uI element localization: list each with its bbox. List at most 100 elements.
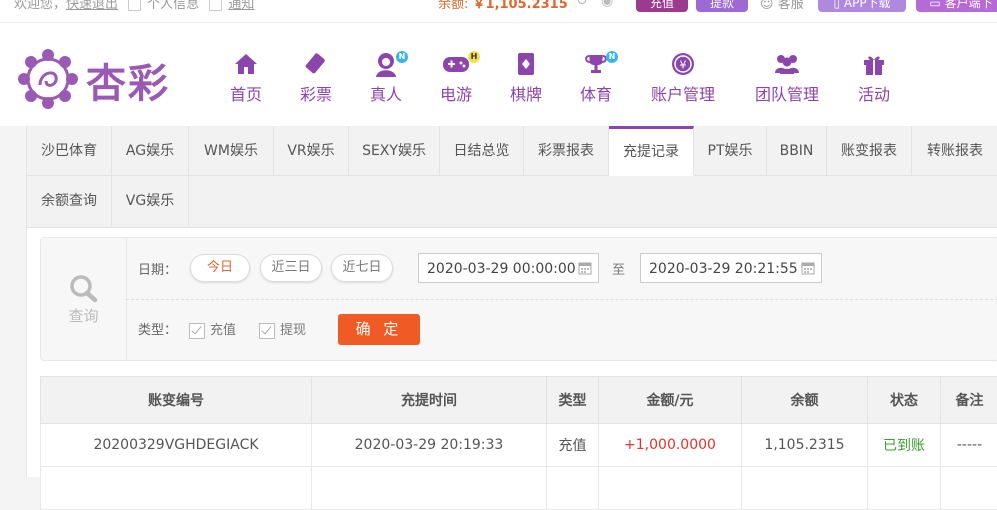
deposit-button[interactable]: 充值 bbox=[636, 0, 688, 12]
record-status: 已到账 bbox=[868, 424, 941, 467]
tab-deposit-withdraw-records[interactable]: 充提记录 bbox=[609, 126, 694, 176]
tab-pt[interactable]: PT娱乐 bbox=[694, 126, 767, 176]
cards-icon bbox=[504, 49, 548, 79]
range-3days-button[interactable]: 近三日 bbox=[260, 254, 322, 282]
tab-balance-change-report[interactable]: 账变报表 bbox=[827, 126, 912, 176]
type-deposit-label: 充值 bbox=[210, 323, 236, 338]
nav-label: 电游 bbox=[434, 81, 478, 105]
table-row bbox=[41, 467, 997, 510]
table-row: 20200329VGHDEGIACK 2020-03-29 20:19:33 充… bbox=[41, 424, 997, 467]
home-icon bbox=[224, 49, 268, 79]
tab-wm[interactable]: WM娱乐 bbox=[189, 126, 274, 176]
nav-egame[interactable]: H 电游 bbox=[434, 49, 478, 105]
calendar-icon[interactable] bbox=[801, 261, 815, 275]
app-download-button[interactable]: ▯ APP下载 bbox=[818, 0, 906, 12]
tab-daily-overview[interactable]: 日结总览 bbox=[440, 126, 524, 176]
type-withdraw-label: 提现 bbox=[280, 323, 306, 338]
nav-label: 活动 bbox=[852, 81, 896, 105]
start-date-input[interactable]: 2020-03-29 00:00:00 bbox=[418, 253, 599, 283]
badge-new: N bbox=[606, 51, 618, 63]
nav-promo[interactable]: 活动 bbox=[852, 49, 896, 105]
record-amount: +1,000.0000 bbox=[599, 424, 742, 467]
query-side: 查询 bbox=[41, 238, 127, 360]
lottery-ticket-icon bbox=[294, 49, 338, 79]
balance-display: 余额: ￥1,105.2315 bbox=[438, 0, 568, 12]
badge-new: N bbox=[396, 51, 408, 63]
nav-account[interactable]: ¥ 账户管理 bbox=[648, 49, 718, 105]
nav-label: 体育 bbox=[574, 81, 618, 105]
tab-bbin[interactable]: BBIN bbox=[767, 126, 827, 176]
date-label: 日期： bbox=[138, 259, 177, 278]
tab-transfer-report[interactable]: 转账报表 bbox=[912, 126, 997, 176]
logout-link[interactable]: 快速退出 bbox=[66, 0, 118, 12]
nav-label: 彩票 bbox=[294, 81, 338, 105]
type-deposit-checkbox[interactable]: 充值 bbox=[189, 319, 236, 339]
notice-icon[interactable] bbox=[209, 0, 222, 11]
client-download-button[interactable]: ▭ 客户端下 bbox=[916, 0, 997, 12]
nav-cards[interactable]: 棋牌 bbox=[504, 49, 548, 105]
type-row: 类型： 充值 提现 确 定 bbox=[126, 299, 997, 360]
svg-text:¥: ¥ bbox=[680, 59, 687, 72]
app-download-label: APP下载 bbox=[844, 0, 891, 10]
refresh-icon[interactable]: ↻ bbox=[576, 0, 588, 9]
tab-vg[interactable]: VG娱乐 bbox=[112, 176, 189, 226]
nav-home[interactable]: 首页 bbox=[224, 49, 268, 105]
top-bar: 欢迎您，快速退出 个人信息 通知 余额: ￥1,105.2315 ↻ ◉ 充值 … bbox=[0, 0, 997, 23]
personal-info-link[interactable]: 个人信息 bbox=[147, 0, 199, 12]
tab-ag[interactable]: AG娱乐 bbox=[112, 126, 189, 176]
monitor-icon: ▭ bbox=[929, 0, 940, 10]
client-download-label: 客户端下 bbox=[945, 0, 993, 10]
col-header: 余额 bbox=[742, 377, 868, 424]
nav-label: 账户管理 bbox=[648, 81, 718, 105]
nav-live[interactable]: N 真人 bbox=[364, 49, 408, 105]
personal-info-icon[interactable] bbox=[128, 0, 141, 11]
col-header: 账变编号 bbox=[41, 377, 312, 424]
tab-lottery-report[interactable]: 彩票报表 bbox=[524, 126, 609, 176]
type-label: 类型： bbox=[138, 319, 177, 338]
gift-icon bbox=[852, 49, 896, 79]
yen-coin-icon: ¥ bbox=[648, 49, 718, 79]
trophy-icon: N bbox=[574, 49, 618, 79]
greeting-text: 欢迎您， bbox=[14, 0, 66, 12]
nav-lottery[interactable]: 彩票 bbox=[294, 49, 338, 105]
nav-team[interactable]: 团队管理 bbox=[752, 49, 822, 105]
nav-sports[interactable]: N 体育 bbox=[574, 49, 618, 105]
range-today-button[interactable]: 今日 bbox=[190, 254, 250, 282]
gamepad-icon: H bbox=[434, 49, 478, 79]
query-form: 查询 日期： 今日 近三日 近七日 2020-03-29 00:00:00 至 … bbox=[40, 237, 997, 361]
end-date-value: 2020-03-29 20:21:55 bbox=[649, 261, 798, 277]
start-date-value: 2020-03-29 00:00:00 bbox=[427, 261, 576, 277]
col-header: 充提时间 bbox=[312, 377, 547, 424]
tab-saba-sports[interactable]: 沙巴体育 bbox=[27, 126, 112, 176]
col-header: 金额/元 bbox=[599, 377, 742, 424]
nav-label: 首页 bbox=[224, 81, 268, 105]
range-7days-button[interactable]: 近七日 bbox=[331, 254, 393, 282]
content-panel: 沙巴体育 AG娱乐 WM娱乐 VR娱乐 SEXY娱乐 日结总览 彩票报表 充提记… bbox=[26, 126, 997, 477]
col-header: 类型 bbox=[547, 377, 599, 424]
checkbox-icon[interactable] bbox=[259, 323, 275, 339]
grape-logo-icon[interactable] bbox=[18, 49, 78, 109]
date-row: 日期： 今日 近三日 近七日 2020-03-29 00:00:00 至 202… bbox=[126, 238, 997, 300]
notice-link[interactable]: 通知 bbox=[228, 0, 254, 12]
balance-value: ￥1,105.2315 bbox=[473, 0, 568, 12]
record-id: 20200329VGHDEGIACK bbox=[41, 424, 312, 467]
checkbox-icon[interactable] bbox=[189, 323, 205, 339]
nav-label: 棋牌 bbox=[504, 81, 548, 105]
tab-sexy[interactable]: SEXY娱乐 bbox=[349, 126, 440, 176]
col-header: 备注 bbox=[941, 377, 997, 424]
end-date-input[interactable]: 2020-03-29 20:21:55 bbox=[640, 253, 822, 283]
logo-text[interactable]: 杏彩 bbox=[86, 51, 170, 109]
service-label: 客服 bbox=[778, 0, 804, 12]
eye-icon[interactable]: ◉ bbox=[601, 0, 613, 9]
nav-label: 真人 bbox=[364, 81, 408, 105]
type-withdraw-checkbox[interactable]: 提现 bbox=[259, 319, 306, 339]
team-icon bbox=[752, 49, 822, 79]
withdraw-button[interactable]: 提款 bbox=[696, 0, 748, 12]
header: 杏彩 首页 彩票 N 真人 H 电游 棋牌 N bbox=[0, 23, 997, 126]
tab-balance-query[interactable]: 余额查询 bbox=[27, 176, 112, 226]
to-label: 至 bbox=[612, 259, 625, 278]
calendar-icon[interactable] bbox=[578, 261, 592, 275]
service-link[interactable]: ☺ 客服 bbox=[760, 0, 804, 12]
confirm-button[interactable]: 确 定 bbox=[338, 314, 420, 345]
tab-vr[interactable]: VR娱乐 bbox=[274, 126, 349, 176]
